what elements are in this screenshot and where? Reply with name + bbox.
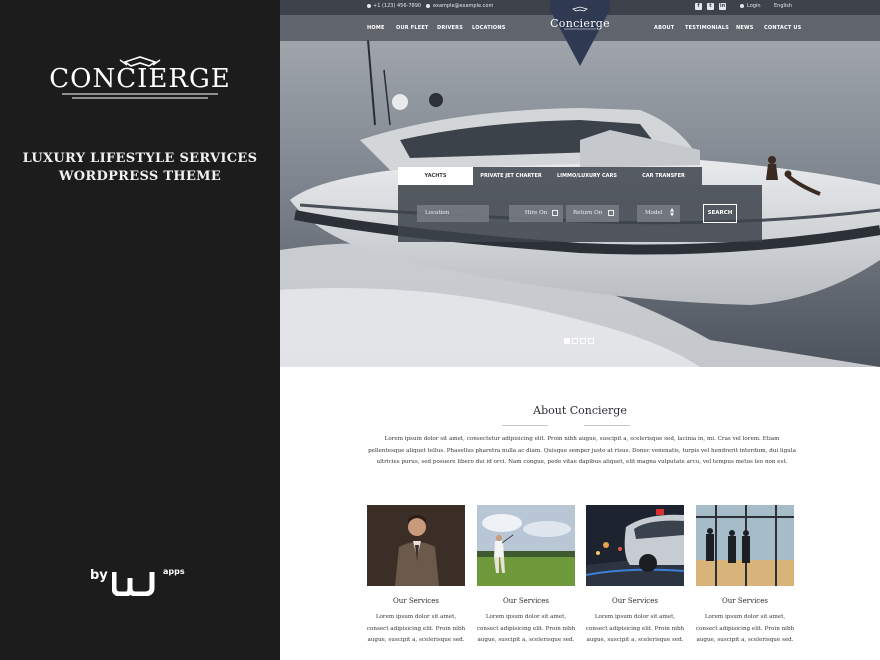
website-preview: +1 (123) 456-7890 example@example.com f … (280, 0, 880, 660)
slider-dot-2[interactable] (572, 338, 578, 344)
nav-home[interactable]: HOME (367, 25, 385, 31)
slider-dot-3[interactable] (580, 338, 586, 344)
theme-tagline: LUXURY LIFESTYLE SERVICES WORDPRESS THEM… (20, 150, 260, 186)
return-on-field[interactable]: Return On (566, 205, 619, 222)
service-description: Lorem ipsum dolor sit amet, consect adip… (695, 614, 795, 643)
facebook-icon[interactable]: f (695, 3, 702, 10)
author-brand-suffix: apps (163, 567, 185, 576)
hero-slider: +1 (123) 456-7890 example@example.com f … (280, 0, 880, 367)
service-title[interactable]: Our Services (367, 597, 465, 605)
model-select[interactable]: Model ▲ ▼ (637, 205, 680, 222)
calendar-icon (552, 210, 558, 216)
service-title[interactable]: Our Services (586, 597, 684, 605)
service-card[interactable]: Our Services Lorem ipsum dolor sit amet,… (696, 505, 794, 643)
twitter-icon[interactable]: t (707, 3, 714, 10)
car-night-photo (586, 505, 684, 586)
lock-icon (740, 4, 744, 8)
topbar-phone[interactable]: +1 (123) 456-7890 (373, 3, 421, 9)
service-image-golfer[interactable] (477, 505, 575, 586)
service-card[interactable]: Our Services Lorem ipsum dolor sit amet,… (477, 505, 575, 643)
golfer-photo (477, 505, 575, 586)
service-description: Lorem ipsum dolor sit amet, consect adip… (476, 614, 576, 643)
slider-pagination (564, 338, 600, 346)
nav-locations[interactable]: LOCATIONS (472, 25, 506, 31)
hire-on-placeholder: Hire On (524, 210, 548, 216)
service-title[interactable]: Our Services (477, 597, 575, 605)
model-placeholder: Model (645, 210, 663, 216)
tab-car-transfer[interactable]: CAR TRANSFER (625, 167, 702, 185)
brand-logo-text[interactable]: Concierge (538, 17, 622, 30)
service-card[interactable]: Our Services Lorem ipsum dolor sit amet,… (586, 505, 684, 643)
nav-about[interactable]: ABOUT (654, 25, 674, 31)
brand-diamond-badge[interactable] (550, 0, 610, 66)
service-title[interactable]: Our Services (696, 597, 794, 605)
nav-news[interactable]: NEWS (736, 25, 754, 31)
location-placeholder: Location (425, 210, 450, 216)
by-label: by (90, 568, 108, 583)
nav-our-fleet[interactable]: OUR FLEET (396, 25, 429, 31)
hire-on-field[interactable]: Hire On (509, 205, 563, 222)
author-logo-icon (112, 572, 155, 596)
nav-contact-us[interactable]: CONTACT US (764, 25, 801, 31)
calendar-icon (608, 210, 614, 216)
service-image-meeting[interactable] (696, 505, 794, 586)
service-image-car[interactable] (586, 505, 684, 586)
updown-arrows-icon: ▲ ▼ (670, 207, 674, 218)
tab-yachts[interactable]: YACHTS (398, 167, 473, 185)
phone-icon (367, 4, 371, 8)
theme-info-panel: CONCIERGE LUXURY LIFESTYLE SERVICES WORD… (0, 0, 280, 660)
businessman-photo (367, 505, 465, 586)
tagline-line-1: LUXURY LIFESTYLE SERVICES (22, 151, 258, 166)
about-divider-left (502, 425, 548, 426)
envelope-icon (426, 4, 430, 8)
location-field[interactable]: Location (417, 205, 489, 222)
business-meeting-photo (696, 505, 794, 586)
search-button[interactable]: SEARCH (703, 204, 737, 223)
logo-text: CONCIERGE (49, 64, 231, 94)
tab-limo-luxury-cars[interactable]: LIMMO/LUXURY CARS (549, 167, 625, 185)
service-card[interactable]: Our Services Lorem ipsum dolor sit amet,… (367, 505, 465, 643)
return-on-placeholder: Return On (573, 210, 603, 216)
about-paragraph: Lorem ipsum dolor sit amet, consectetur … (368, 436, 796, 466)
service-description: Lorem ipsum dolor sit amet, consect adip… (585, 614, 685, 643)
linkedin-icon[interactable]: in (719, 3, 726, 10)
nav-testimonials[interactable]: TESTIMONIALS (685, 25, 729, 31)
search-tabs: YACHTS PRIVATE JET CHARTER LIMMO/LUXURY … (398, 167, 702, 185)
slider-dot-4[interactable] (588, 338, 594, 344)
slider-dot-1[interactable] (564, 338, 570, 344)
search-form: Location Hire On Return On Model ▲ ▼ SEAR… (398, 185, 762, 242)
login-link[interactable]: Login (747, 3, 761, 9)
language-selector[interactable]: English (774, 3, 792, 9)
logo-underline (62, 93, 218, 99)
service-image-businessman[interactable] (367, 505, 465, 586)
tagline-line-2: WORDPRESS THEME (58, 169, 222, 184)
nav-drivers[interactable]: DRIVERS (437, 25, 463, 31)
tab-private-jet-charter[interactable]: PRIVATE JET CHARTER (473, 167, 549, 185)
topbar-email[interactable]: example@example.com (433, 3, 493, 9)
service-description: Lorem ipsum dolor sit amet, consect adip… (366, 614, 466, 643)
about-heading: About Concierge (533, 404, 627, 417)
about-divider-right (584, 425, 630, 426)
author-credit: by apps (90, 566, 200, 600)
